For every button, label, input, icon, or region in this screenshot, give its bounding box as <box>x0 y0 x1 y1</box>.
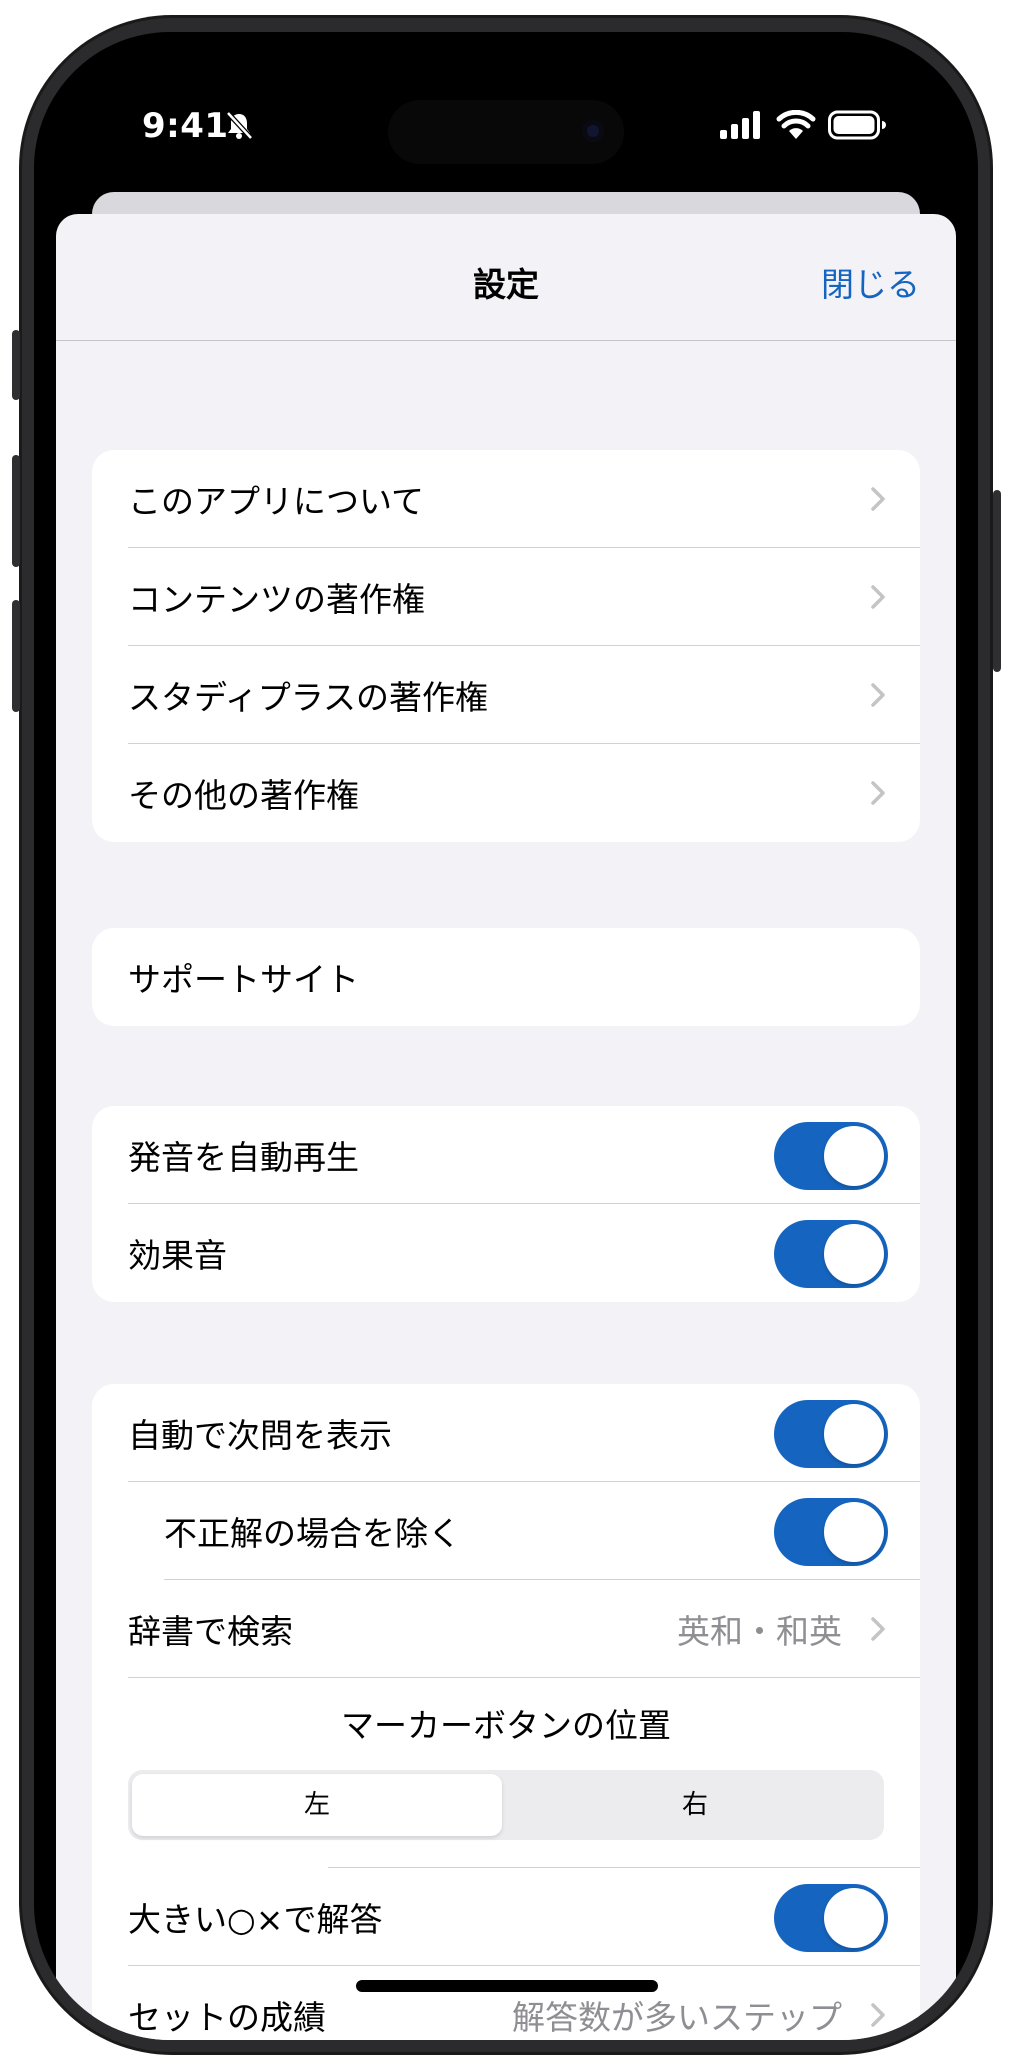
segment-left[interactable]: 左 <box>132 1774 502 1836</box>
volume-up-button <box>12 455 20 567</box>
row-label: セットの成績 <box>128 1998 326 2037</box>
battery-icon <box>828 110 886 144</box>
status-icons <box>720 109 886 144</box>
big-answer-toggle[interactable] <box>774 1884 888 1952</box>
spacer <box>92 1840 920 1868</box>
sound-effects-toggle[interactable] <box>774 1220 888 1288</box>
content-copyright-row[interactable]: コンテンツの著作権 <box>92 548 920 646</box>
auto-next-row: 自動で次問を表示 <box>92 1384 920 1482</box>
navigation-bar: 設定 閉じる <box>56 214 956 341</box>
row-label: 辞書で検索 <box>128 1612 293 1651</box>
support-site-row[interactable]: サポートサイト <box>92 928 920 1026</box>
row-label: 発音を自動再生 <box>128 1138 359 1177</box>
toggle-knob <box>824 1888 884 1948</box>
chevron-right-icon <box>871 2003 885 2027</box>
row-label: 不正解の場合を除く <box>164 1514 461 1553</box>
segment-right[interactable]: 右 <box>510 1774 880 1836</box>
support-group: サポートサイト <box>92 928 920 1026</box>
cellular-signal-icon <box>720 111 764 143</box>
marker-position-segmented-control: 左 右 <box>128 1770 884 1840</box>
dictionary-value: 英和・和英 <box>677 1612 842 1651</box>
action-button <box>12 330 20 400</box>
exclude-wrong-row: 不正解の場合を除く <box>92 1482 920 1580</box>
toggle-knob <box>824 1404 884 1464</box>
close-button[interactable]: 閉じる <box>821 258 920 306</box>
set-result-row[interactable]: セットの成績 解答数が多いステップ <box>92 1966 920 2040</box>
about-app-row[interactable]: このアプリについて <box>92 450 920 548</box>
screen: 9:41 設定 閉じる このアプリについて コンテンツの著作権 スタディプラスの… <box>34 32 978 2040</box>
power-button <box>993 490 1001 672</box>
row-label: その他の著作権 <box>128 776 359 815</box>
chevron-right-icon <box>871 1617 885 1641</box>
marker-position-title: マーカーボタンの位置 <box>341 1706 671 1745</box>
toggle-knob <box>824 1224 884 1284</box>
sound-effects-row: 効果音 <box>92 1204 920 1302</box>
settings-sheet: 設定 閉じる このアプリについて コンテンツの著作権 スタディプラスの著作権 そ… <box>56 214 956 2040</box>
row-label: スタディプラスの著作権 <box>128 678 489 717</box>
row-label: サポートサイト <box>128 960 359 999</box>
home-indicator[interactable] <box>356 1980 658 1992</box>
exclude-wrong-toggle[interactable] <box>774 1498 888 1566</box>
set-result-value: 解答数が多いステップ <box>512 1998 842 2037</box>
camera-icon <box>582 120 604 142</box>
auto-pronunciation-toggle[interactable] <box>774 1122 888 1190</box>
wifi-icon <box>776 109 816 144</box>
chevron-right-icon <box>871 487 885 511</box>
chevron-right-icon <box>871 585 885 609</box>
row-label: 大きい○×で解答 <box>128 1900 383 1939</box>
row-label: 効果音 <box>128 1236 227 1275</box>
toggle-knob <box>824 1126 884 1186</box>
volume-down-button <box>12 600 20 712</box>
row-label: コンテンツの著作権 <box>128 580 425 619</box>
dictionary-row[interactable]: 辞書で検索 英和・和英 <box>92 1580 920 1678</box>
info-group: このアプリについて コンテンツの著作権 スタディプラスの著作権 その他の著作権 <box>92 450 920 842</box>
status-time: 9:41 <box>142 106 229 146</box>
row-label: 自動で次問を表示 <box>128 1416 392 1455</box>
chevron-right-icon <box>871 781 885 805</box>
bell-slash-icon <box>224 110 254 144</box>
chevron-right-icon <box>871 683 885 707</box>
big-answer-row: 大きい○×で解答 <box>92 1868 920 1966</box>
status-bar: 9:41 <box>34 32 978 182</box>
studyplus-copyright-row[interactable]: スタディプラスの著作権 <box>92 646 920 744</box>
sound-group: 発音を自動再生 効果音 <box>92 1106 920 1302</box>
row-label: このアプリについて <box>128 482 425 521</box>
toggle-knob <box>824 1502 884 1562</box>
auto-next-toggle[interactable] <box>774 1400 888 1468</box>
other-copyright-row[interactable]: その他の著作権 <box>92 744 920 842</box>
quiz-group: 自動で次問を表示 不正解の場合を除く 辞書で検索 英和・和英 マーカーボタンの位… <box>92 1384 920 2040</box>
auto-pronunciation-row: 発音を自動再生 <box>92 1106 920 1204</box>
